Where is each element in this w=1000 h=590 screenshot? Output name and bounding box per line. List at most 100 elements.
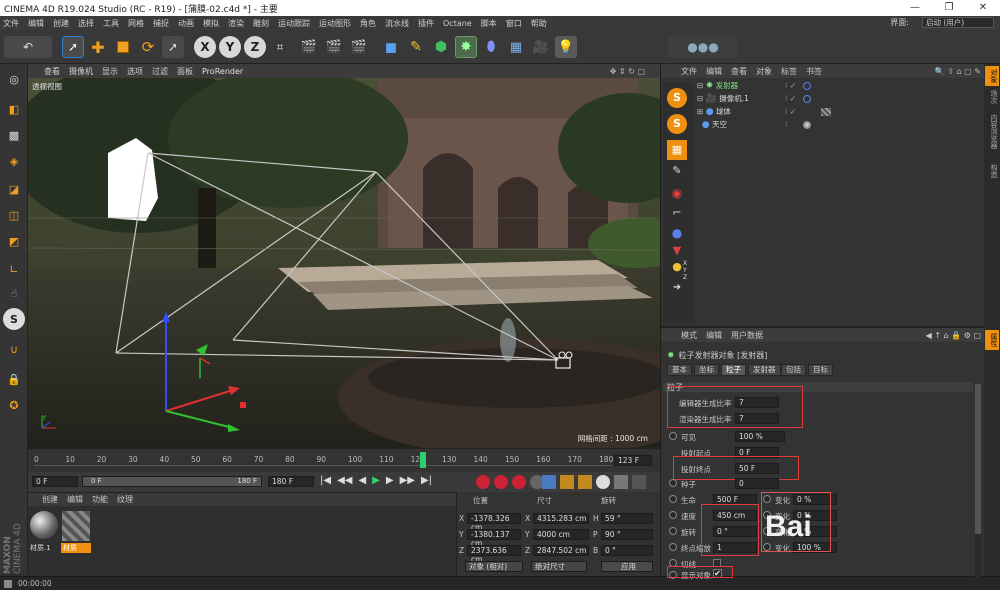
menu-render[interactable]: 渲染	[228, 18, 244, 29]
tab-objects-vertical[interactable]: 对象	[985, 66, 999, 86]
tab-include[interactable]: 包括	[781, 364, 806, 376]
attribute-menu-userdata[interactable]: 用户数据	[731, 330, 763, 341]
make-editable-icon[interactable]: ◎	[3, 68, 25, 90]
viewport-menu-prorender[interactable]: ProRender	[202, 67, 243, 76]
timeline[interactable]: 0 10 20 30 40 50 60 70 80 90 100 110 120 130 140 150 160…	[28, 448, 660, 472]
move-icon[interactable]: ✚	[87, 36, 109, 58]
pen-icon[interactable]: ✎	[405, 36, 427, 58]
viewport-menu-display[interactable]: 显示	[102, 66, 118, 77]
tab-coord[interactable]: 坐标	[694, 364, 719, 376]
render-view-icon[interactable]: 🎬	[298, 36, 320, 58]
seed-field[interactable]: 0	[735, 478, 779, 489]
render-picture-viewer-icon[interactable]: 🎬	[323, 36, 345, 58]
move-key-icon[interactable]	[542, 475, 556, 489]
object-menu-bookmarks[interactable]: 书签	[806, 66, 822, 77]
viewport-menu-panel[interactable]: 面板	[177, 66, 193, 77]
range-slider[interactable]: 0 F 180 F	[82, 476, 262, 487]
layout-selector[interactable]: 界面: 启动 (用户)	[890, 17, 994, 28]
down-arrow-icon[interactable]: ▼	[667, 244, 687, 258]
tab-attributes-vertical[interactable]: 属性	[985, 330, 999, 350]
select-arrow-icon[interactable]: ➚	[62, 36, 84, 58]
deformer-icon[interactable]: ⬮	[480, 36, 502, 58]
floor-icon[interactable]: ▦	[505, 36, 527, 58]
tab-takes-vertical[interactable]: 场次	[985, 90, 999, 110]
workplane-mode-icon[interactable]: ◈	[3, 150, 25, 172]
coordinate-system-icon[interactable]: ⌗	[269, 36, 291, 58]
live-select-icon[interactable]: ➚	[162, 36, 184, 58]
attribute-scrollbar[interactable]	[975, 384, 981, 578]
tab-basic[interactable]: 基本	[667, 364, 692, 376]
snap-icon[interactable]: S	[3, 308, 25, 330]
material-1-swatch[interactable]	[30, 511, 58, 539]
menu-animate[interactable]: 动画	[178, 18, 194, 29]
menu-octane[interactable]: Octane	[443, 19, 472, 28]
point-level-icon[interactable]	[614, 475, 628, 489]
viewport-3d[interactable]: Y 透视视图 网格间距 : 1000 cm	[28, 78, 660, 448]
material-2-swatch[interactable]	[62, 511, 90, 541]
planar-workplane-icon[interactable]: ✪	[3, 394, 25, 416]
sphere-material-tag-icon[interactable]	[821, 108, 831, 116]
restore-button[interactable]: ❐	[932, 0, 966, 16]
menu-tools[interactable]: 工具	[103, 18, 119, 29]
next-key-icon[interactable]: ▶▶	[400, 475, 415, 486]
menu-edit[interactable]: 编辑	[28, 18, 44, 29]
camera-tag-icon[interactable]	[803, 95, 811, 103]
menu-simulate[interactable]: 模拟	[203, 18, 219, 29]
snap-settings-icon[interactable]: S	[667, 114, 687, 134]
prev-key-icon[interactable]: ◀◀	[337, 475, 352, 486]
attribute-menu-mode[interactable]: 模式	[681, 330, 697, 341]
object-menu-edit[interactable]: 编辑	[706, 66, 722, 77]
viewport-menu-view[interactable]: 查看	[44, 66, 60, 77]
scale-icon[interactable]	[112, 36, 134, 58]
menu-mesh[interactable]: 网格	[128, 18, 144, 29]
object-menu-tags[interactable]: 标签	[781, 66, 797, 77]
menu-file[interactable]: 文件	[3, 18, 19, 29]
go-to-end-icon[interactable]: ▶|	[421, 475, 432, 486]
size-mode-dropdown[interactable]: 绝对尺寸	[531, 561, 587, 572]
material-menu-function[interactable]: 功能	[92, 494, 108, 505]
cube-icon[interactable]: ◼	[380, 36, 402, 58]
xyz-icon[interactable]: XYZ	[683, 260, 691, 281]
current-frame-field[interactable]: 123 F	[614, 455, 652, 466]
emitter-flags-icon[interactable]: ⁝ ✓	[785, 80, 796, 92]
coord-mode-dropdown[interactable]: 对象 (相对)	[465, 561, 523, 572]
end-frame-field[interactable]: 180 F	[268, 476, 314, 487]
visibility-field[interactable]: 100 %	[735, 431, 785, 442]
material-2-label[interactable]: 材质	[61, 543, 91, 553]
object-menu-objects[interactable]: 对象	[756, 66, 772, 77]
render-settings-icon[interactable]: 🎬	[348, 36, 370, 58]
blue-sphere-icon[interactable]: ●	[667, 226, 687, 244]
timeline-menu-icon[interactable]	[632, 475, 646, 489]
material-menu-edit[interactable]: 编辑	[67, 494, 83, 505]
auto-key-icon[interactable]	[494, 475, 508, 489]
position-y-field[interactable]: -1380.137 cm	[467, 529, 521, 548]
menu-help[interactable]: 帮助	[531, 18, 547, 29]
param-key-icon[interactable]	[596, 475, 610, 489]
layout-dropdown[interactable]: 启动 (用户)	[922, 17, 994, 28]
object-row-sphere[interactable]: ⊞ ● 球体 ⁝ ✓	[697, 106, 985, 118]
mograph-cloner-icon[interactable]: ✸	[455, 36, 477, 58]
sky-flags-icon[interactable]: ⁝	[785, 119, 787, 131]
material-menu-create[interactable]: 创建	[42, 494, 58, 505]
size-y-field[interactable]: 4000 cm	[533, 529, 589, 540]
menu-motion-tracker[interactable]: 运动跟踪	[278, 18, 310, 29]
sky-material-tag-icon[interactable]	[803, 121, 811, 129]
menu-character[interactable]: 角色	[360, 18, 376, 29]
tab-particle[interactable]: 粒子	[721, 364, 746, 376]
rotate-key-icon[interactable]	[578, 475, 592, 489]
magnet-icon[interactable]: ∪	[3, 338, 25, 360]
close-button[interactable]: ✕	[966, 0, 1000, 16]
viewport-menu-cameras[interactable]: 摄像机	[69, 66, 93, 77]
viewport-menu-options[interactable]: 选项	[127, 66, 143, 77]
menu-create[interactable]: 创建	[53, 18, 69, 29]
y-axis-lock-icon[interactable]: Y	[219, 36, 241, 58]
tab-emitter[interactable]: 发射器	[748, 364, 781, 376]
object-menu-file[interactable]: 文件	[681, 66, 697, 77]
scale-key-icon[interactable]	[560, 475, 574, 489]
material-menu-texture[interactable]: 纹理	[117, 494, 133, 505]
target-icon[interactable]: ◉	[667, 186, 687, 204]
polygons-mode-icon[interactable]: ◩	[3, 230, 25, 252]
tweak-mode-icon[interactable]: ☝	[3, 282, 25, 304]
snap-grid-icon[interactable]: ▦	[667, 140, 687, 160]
menu-plugins[interactable]: 插件	[418, 18, 434, 29]
